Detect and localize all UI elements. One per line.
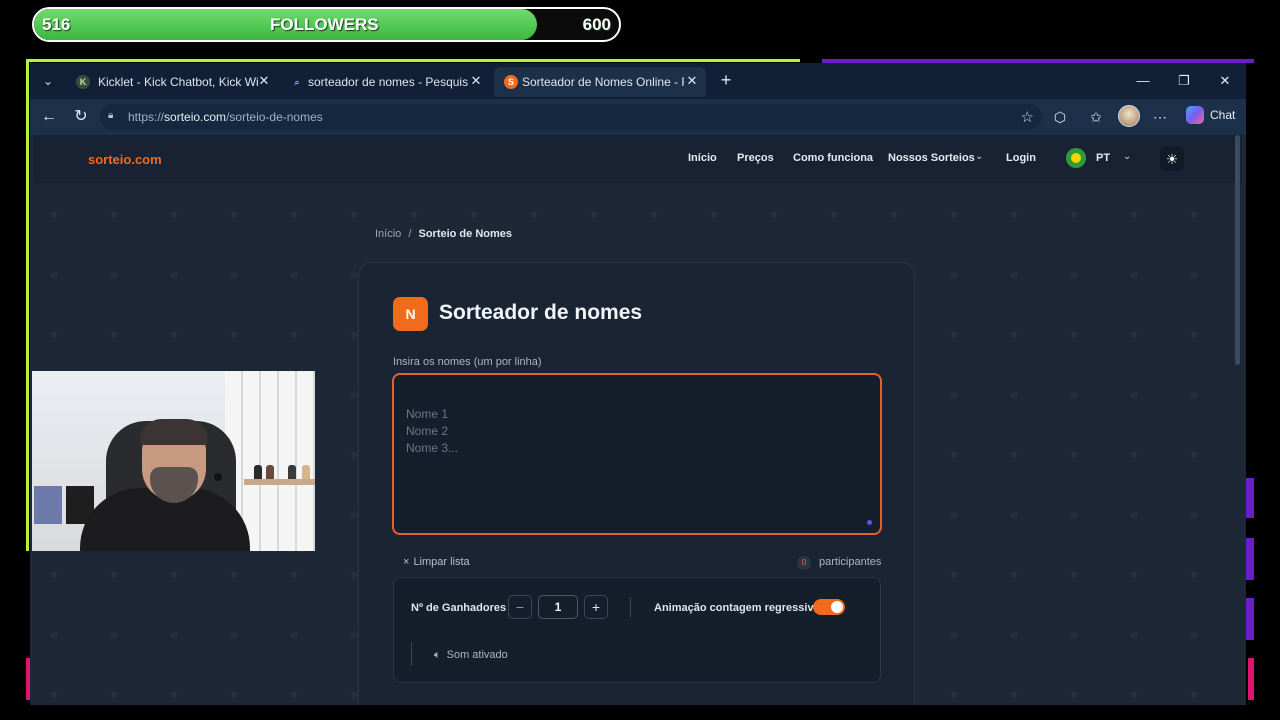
back-icon[interactable]: ← [38, 107, 60, 127]
app-badge: N [393, 297, 428, 331]
nav-nossos-sorteios[interactable]: Nossos Sorteios [888, 152, 975, 164]
sound-label: Som ativado [446, 649, 508, 661]
webcam-shelf [244, 479, 315, 485]
copilot-icon [1186, 106, 1204, 124]
participants-count: 0 [797, 556, 811, 570]
chevron-down-icon[interactable]: ⌄ [975, 151, 983, 162]
speaker-icon: 🔈︎ [434, 649, 441, 661]
breadcrumb-separator: / [408, 228, 412, 240]
webcam-microphone [214, 473, 222, 481]
sorteio-favicon-icon: S [504, 75, 518, 89]
resize-indicator [867, 520, 872, 525]
close-tab-icon[interactable]: ✕ [256, 73, 272, 89]
chat-label: Chat [1210, 108, 1236, 122]
address-bar: ← ↻ 🔒︎ https://sorteio.com/sorteio-de-no… [30, 99, 1246, 135]
breadcrumb: Início / Sorteio de Nomes [375, 228, 512, 240]
tab-strip: ⌄ K Kicklet - Kick Chatbot, Kick Widget … [30, 63, 1246, 99]
extensions-icon[interactable]: ⬡ [1050, 107, 1070, 127]
nav-precos[interactable]: Preços [737, 152, 774, 164]
minimize-icon[interactable]: — [1132, 71, 1154, 91]
breadcrumb-home[interactable]: Início [375, 228, 401, 240]
webcam-feed [32, 371, 315, 551]
winners-label: Nº de Ganhadores [411, 602, 507, 614]
clear-list-button[interactable]: × Limpar lista [403, 556, 470, 568]
clear-list-label: Limpar lista [413, 556, 470, 568]
new-tab-icon[interactable]: + [716, 70, 736, 90]
tab-list-dropdown-icon[interactable]: ⌄ [38, 72, 58, 90]
close-tab-icon[interactable]: ✕ [468, 73, 484, 89]
divider [630, 597, 631, 617]
nav-login[interactable]: Login [1006, 152, 1036, 164]
follower-label: FOLLOWERS [270, 15, 379, 34]
close-window-icon[interactable]: ✕ [1214, 71, 1236, 91]
language-code[interactable]: PT [1096, 152, 1110, 164]
webcam-person-hair [140, 419, 208, 445]
breadcrumb-current: Sorteio de Nomes [418, 228, 513, 240]
settings-panel: Nº de Ganhadores − 1 + Animação contagem… [393, 577, 881, 683]
page-scrollbar[interactable] [1235, 135, 1240, 365]
follower-goal-bar: 516 FOLLOWERS 600 [32, 7, 621, 42]
page-title: Sorteador de nomes [439, 301, 643, 324]
increment-winners-button[interactable]: + [584, 595, 608, 619]
names-input-label: Insira os nomes (um por linha) [393, 356, 542, 368]
overlay-accent [1248, 658, 1254, 700]
reload-icon[interactable]: ↻ [70, 107, 92, 127]
decrement-winners-button[interactable]: − [508, 595, 532, 619]
chevron-down-icon[interactable]: ⌄ [1123, 151, 1131, 162]
lock-icon: 🔒︎ [108, 110, 114, 121]
tab-title: sorteador de nomes - Pesquisar [308, 75, 468, 89]
follower-goal: 600 [582, 15, 611, 34]
follower-count: 516 [42, 15, 71, 34]
webcam-poster [34, 486, 62, 524]
names-textarea[interactable]: Nome 1 Nome 2 Nome 3... [392, 373, 882, 535]
sound-toggle[interactable]: 🔈︎ Som ativado [434, 649, 508, 662]
favorites-icon[interactable]: ✩ [1086, 107, 1106, 127]
webcam-figure [266, 465, 274, 479]
site-navbar: sorteio.com Início Preços Como funciona … [34, 135, 1242, 183]
webcam-figure [302, 465, 310, 479]
participants-label: participantes [819, 556, 882, 568]
stream-scene: 516 FOLLOWERS 600 ⌄ K Kicklet - Kick Cha… [0, 0, 1280, 720]
restore-icon[interactable]: ❐ [1173, 71, 1195, 91]
winners-value[interactable]: 1 [538, 595, 578, 619]
favorite-star-icon[interactable]: ☆ [1021, 108, 1034, 126]
countdown-animation-toggle[interactable] [813, 599, 845, 615]
search-favicon-icon: ⌕ [294, 77, 300, 87]
nav-como-funciona[interactable]: Como funciona [793, 152, 873, 164]
tab-title: Kicklet - Kick Chatbot, Kick Widget [98, 75, 258, 89]
countdown-animation-label: Animação contagem regressiva [654, 602, 820, 614]
names-placeholder: Nome 1 Nome 2 Nome 3... [406, 407, 459, 455]
webcam-figure [288, 465, 296, 479]
raffle-card: N Sorteador de nomes Insira os nomes (um… [358, 262, 915, 705]
url-text: https://sorteio.com/sorteio-de-nomes [128, 110, 323, 124]
overlay-accent [1246, 598, 1254, 640]
clear-x-icon: × [403, 556, 410, 568]
tab-title: Sorteador de Nomes Online - Rápido [522, 75, 684, 89]
webcam-figure [254, 465, 262, 479]
site-logo[interactable]: sorteio.com [88, 152, 162, 167]
theme-toggle-sun-icon[interactable]: ☀ [1160, 147, 1184, 171]
copilot-chat-button[interactable]: Chat [1180, 105, 1240, 127]
tab-kicklet[interactable]: K Kicklet - Kick Chatbot, Kick Widget ✕ [66, 67, 278, 97]
profile-avatar[interactable] [1118, 105, 1140, 127]
url-field[interactable]: 🔒︎ https://sorteio.com/sorteio-de-nomes … [100, 104, 1042, 130]
overlay-accent [1246, 538, 1254, 580]
brazil-flag-icon[interactable] [1066, 148, 1086, 168]
tab-sorteio[interactable]: S Sorteador de Nomes Online - Rápido ✕ [494, 67, 706, 97]
nav-inicio[interactable]: Início [688, 152, 717, 164]
close-tab-icon[interactable]: ✕ [684, 73, 700, 89]
overlay-accent [1246, 478, 1254, 518]
kicklet-favicon-icon: K [76, 75, 90, 89]
tab-search[interactable]: ⌕ sorteador de nomes - Pesquisar ✕ [280, 67, 490, 97]
divider [411, 642, 412, 666]
more-menu-icon[interactable]: ⋯ [1150, 107, 1170, 127]
